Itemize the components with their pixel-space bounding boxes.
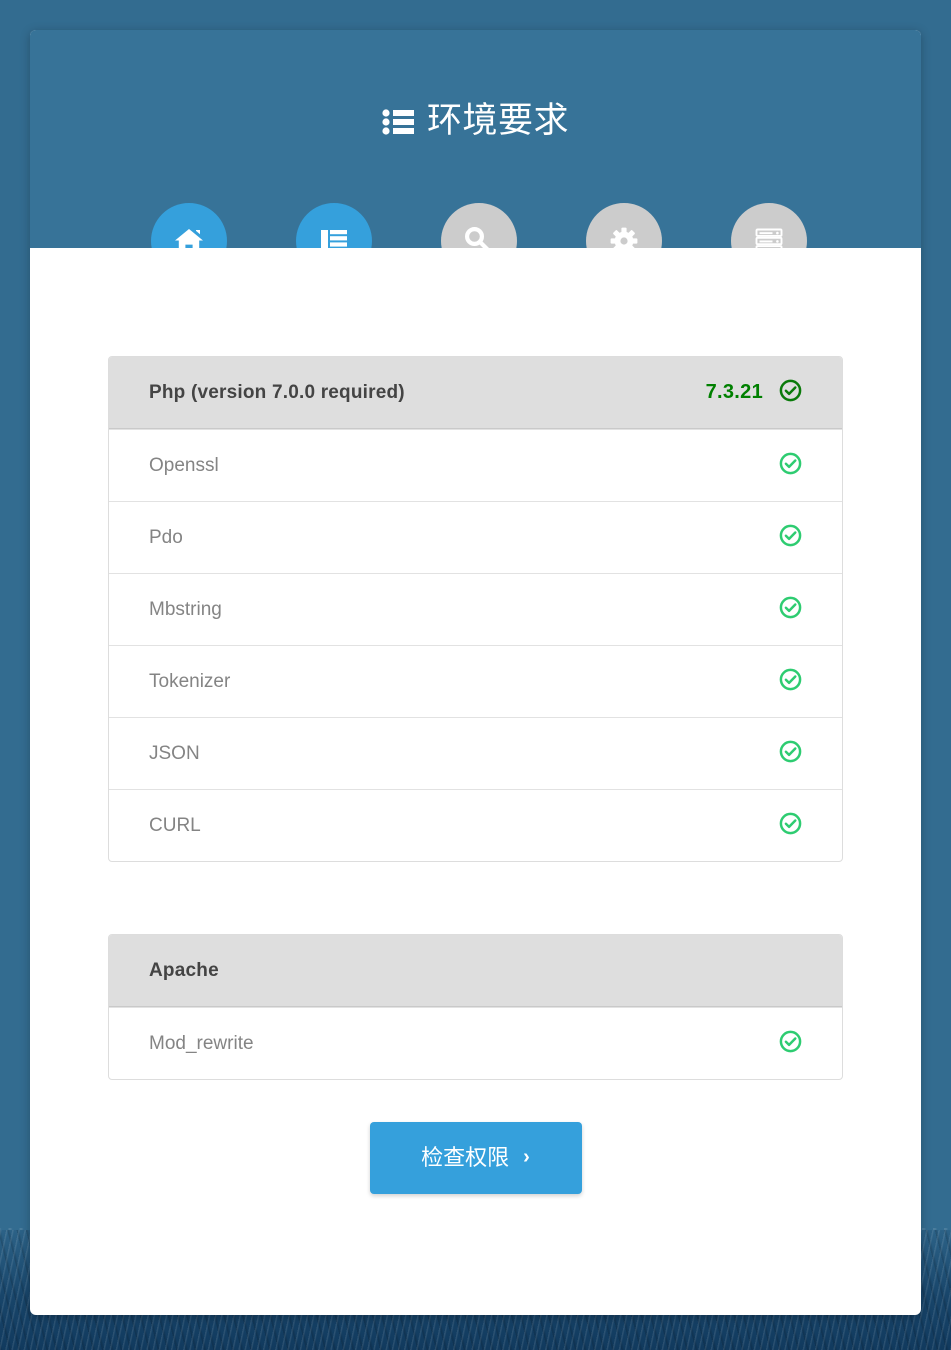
page-title-text: 环境要求 — [426, 101, 569, 140]
check-circle-icon — [779, 524, 802, 552]
panel-spacer — [108, 862, 843, 934]
check-permissions-label: 检查权限 — [421, 1145, 510, 1170]
requirement-label: Tokenizer — [149, 670, 231, 692]
requirement-label: Mod_rewrite — [149, 1032, 254, 1054]
card-actions: 检查权限 › — [108, 1080, 843, 1194]
php-version-value: 7.3.21 — [705, 381, 763, 403]
panel-php-status: 7.3.21 — [706, 379, 802, 407]
check-circle-icon — [779, 740, 802, 768]
check-permissions-button[interactable]: 检查权限 › — [369, 1122, 582, 1194]
panel-php-heading: Php (version 7.0.0 required) 7.3.21 — [109, 357, 842, 429]
check-circle-icon — [779, 596, 802, 624]
check-circle-icon — [779, 379, 802, 407]
list-icon — [382, 107, 414, 142]
panel-apache-heading: Apache — [109, 935, 842, 1007]
table-row: JSON — [109, 717, 842, 789]
requirement-label: Openssl — [149, 454, 219, 476]
check-circle-icon — [779, 668, 802, 696]
panel-php: Php (version 7.0.0 required) 7.3.21 Open… — [108, 356, 843, 862]
card-body: Php (version 7.0.0 required) 7.3.21 Open… — [30, 248, 921, 1194]
table-row: CURL — [109, 789, 842, 861]
panel-apache-title: Apache — [149, 959, 219, 981]
panel-php-title: Php (version 7.0.0 required) — [149, 381, 405, 403]
page-title: 环境要求 — [30, 103, 921, 142]
chevron-right-icon: › — [523, 1146, 530, 1168]
table-row: Mbstring — [109, 573, 842, 645]
check-circle-icon — [779, 1030, 802, 1058]
check-circle-icon — [779, 812, 802, 840]
requirement-label: CURL — [149, 814, 201, 836]
requirement-label: Mbstring — [149, 598, 222, 620]
table-row: Tokenizer — [109, 645, 842, 717]
installer-card: 环境要求 Php (version 7.0.0 required) 7.3.21… — [30, 30, 921, 1315]
table-row: Openssl — [109, 429, 842, 501]
table-row: Mod_rewrite — [109, 1007, 842, 1079]
panel-apache: Apache Mod_rewrite — [108, 934, 843, 1080]
requirement-label: JSON — [149, 742, 200, 764]
check-circle-icon — [779, 452, 802, 480]
requirement-label: Pdo — [149, 526, 183, 548]
table-row: Pdo — [109, 501, 842, 573]
